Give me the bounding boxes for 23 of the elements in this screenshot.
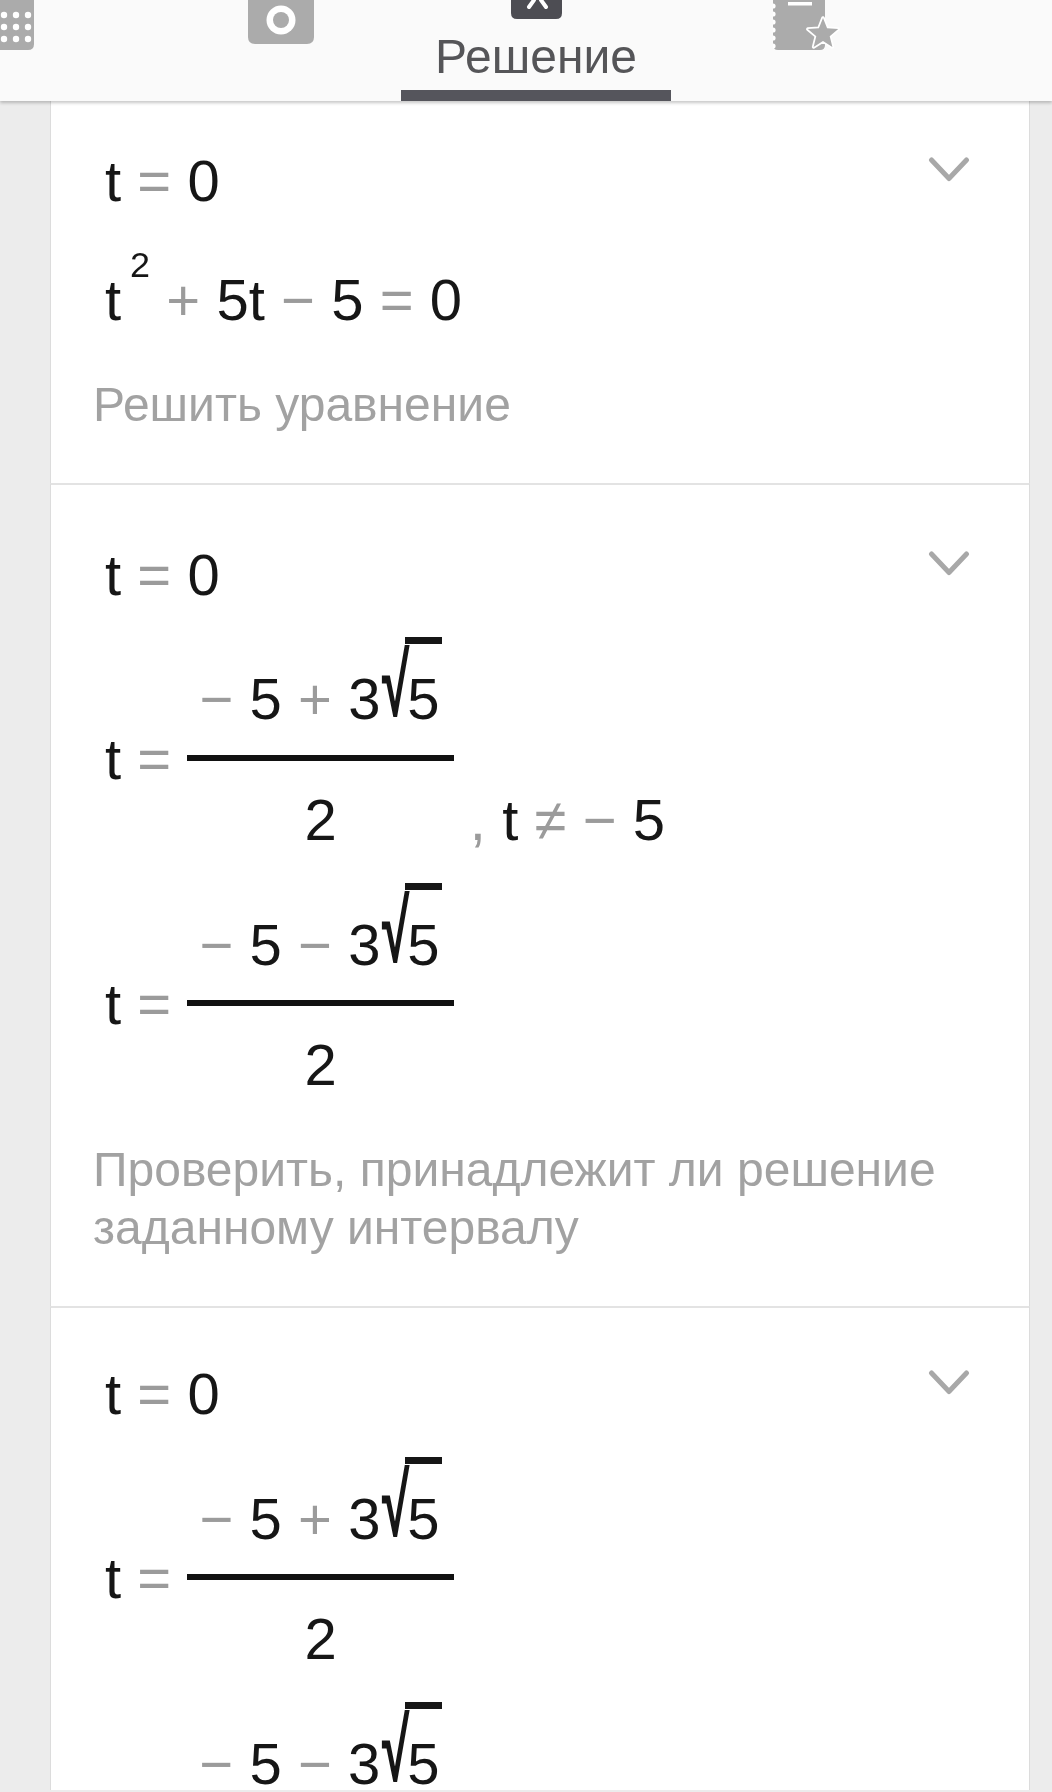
chevron-down-icon[interactable]	[928, 156, 970, 183]
equation-text: t = 0	[105, 541, 220, 609]
equation-text: , t ≠ − 5	[469, 786, 666, 854]
fraction-numerator: − 5 + 3√5	[199, 1455, 442, 1545]
tab[interactable]	[248, 0, 314, 44]
step-description: Решить уравнение	[93, 376, 512, 433]
equation-text: t =	[105, 726, 172, 793]
fraction-denominator: 2	[304, 1606, 337, 1673]
fraction-numerator: − 5 − 3√5	[199, 1700, 442, 1791]
chevron-down-icon[interactable]	[928, 1368, 970, 1396]
fraction-denominator: 2	[304, 1032, 337, 1099]
equation-text: t = 0	[105, 148, 220, 215]
chevron-down-icon[interactable]	[928, 549, 970, 577]
equation-text: t =	[105, 1545, 172, 1613]
fraction-numerator: − 5 − 3√5	[199, 881, 442, 971]
tab[interactable]	[0, 0, 34, 50]
step-description: Проверить, принадлежит ли решение заданному интервалу	[93, 1141, 937, 1256]
equation-text: t = 0	[105, 1360, 220, 1428]
equation-text: t =	[105, 971, 172, 1039]
fraction-numerator: − 5 + 3√5	[199, 635, 442, 726]
tab[interactable]	[773, 0, 841, 52]
equation-text: t$^{2}$ + 5t − 5 = 0	[105, 243, 463, 334]
fraction-denominator: 2	[304, 786, 337, 854]
